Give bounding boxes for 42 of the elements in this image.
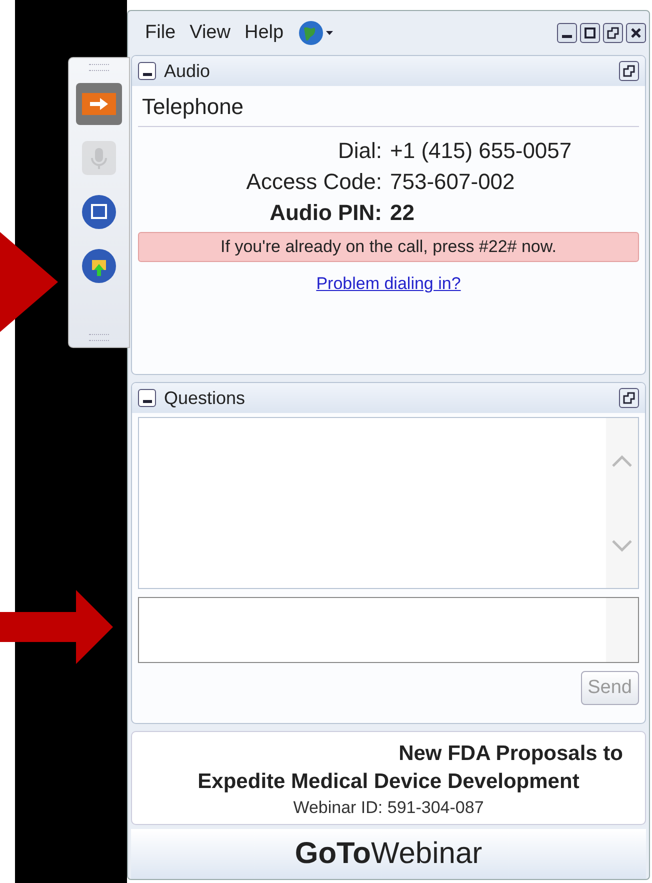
question-input[interactable] — [138, 597, 639, 663]
logo-text: GoToWebinar — [294, 837, 482, 871]
maximize-icon — [584, 27, 596, 39]
detail-label: Dial: — [336, 137, 382, 165]
section-title: Audio — [164, 60, 210, 82]
webinar-title: Expedite Medical Device Development — [198, 769, 580, 795]
popout-icon — [623, 65, 635, 77]
maximize-button[interactable] — [580, 23, 600, 43]
popout-icon — [607, 27, 619, 39]
detail-label: Audio PIN: — [268, 199, 382, 227]
popout-button[interactable] — [619, 388, 639, 408]
collapse-button[interactable] — [138, 389, 156, 407]
minimize-button[interactable] — [557, 23, 577, 43]
collapse-button[interactable] — [138, 62, 156, 80]
menu-item[interactable]: File — [145, 22, 176, 44]
toolbar-button[interactable] — [76, 83, 122, 125]
minus-icon — [142, 400, 152, 403]
section-title: Questions — [164, 388, 246, 408]
notice-banner: If you're already on the call, press #22# now. — [138, 232, 639, 262]
raise-hand-icon — [81, 248, 117, 284]
popout-button[interactable] — [619, 61, 639, 81]
minimize-icon — [561, 35, 573, 38]
detail-value: 753-607-002 — [390, 168, 516, 196]
grip-icon — [89, 64, 109, 71]
microphone-icon — [82, 141, 116, 175]
audio-mode: Telephone — [138, 90, 639, 127]
close-button[interactable] — [626, 23, 646, 43]
detail-value: +1 (415) 655-0057 — [390, 137, 573, 165]
webinar-id: Webinar ID: 591-304-087 — [293, 798, 484, 818]
menu-item[interactable]: Help — [244, 22, 284, 44]
popout-icon — [623, 392, 635, 404]
popout-button[interactable] — [603, 23, 623, 43]
menu-item[interactable]: View — [190, 22, 230, 44]
webinar-title: New FDA Proposals to — [398, 741, 623, 767]
globe-icon[interactable] — [298, 20, 334, 46]
detail-value: 22 — [390, 199, 416, 227]
help-link[interactable]: Problem dialing in? — [316, 274, 461, 294]
grip-icon — [89, 334, 109, 341]
screen-icon — [81, 194, 117, 230]
detail-label: Access Code: — [245, 168, 382, 196]
close-icon — [630, 27, 642, 39]
minus-icon — [142, 73, 152, 76]
